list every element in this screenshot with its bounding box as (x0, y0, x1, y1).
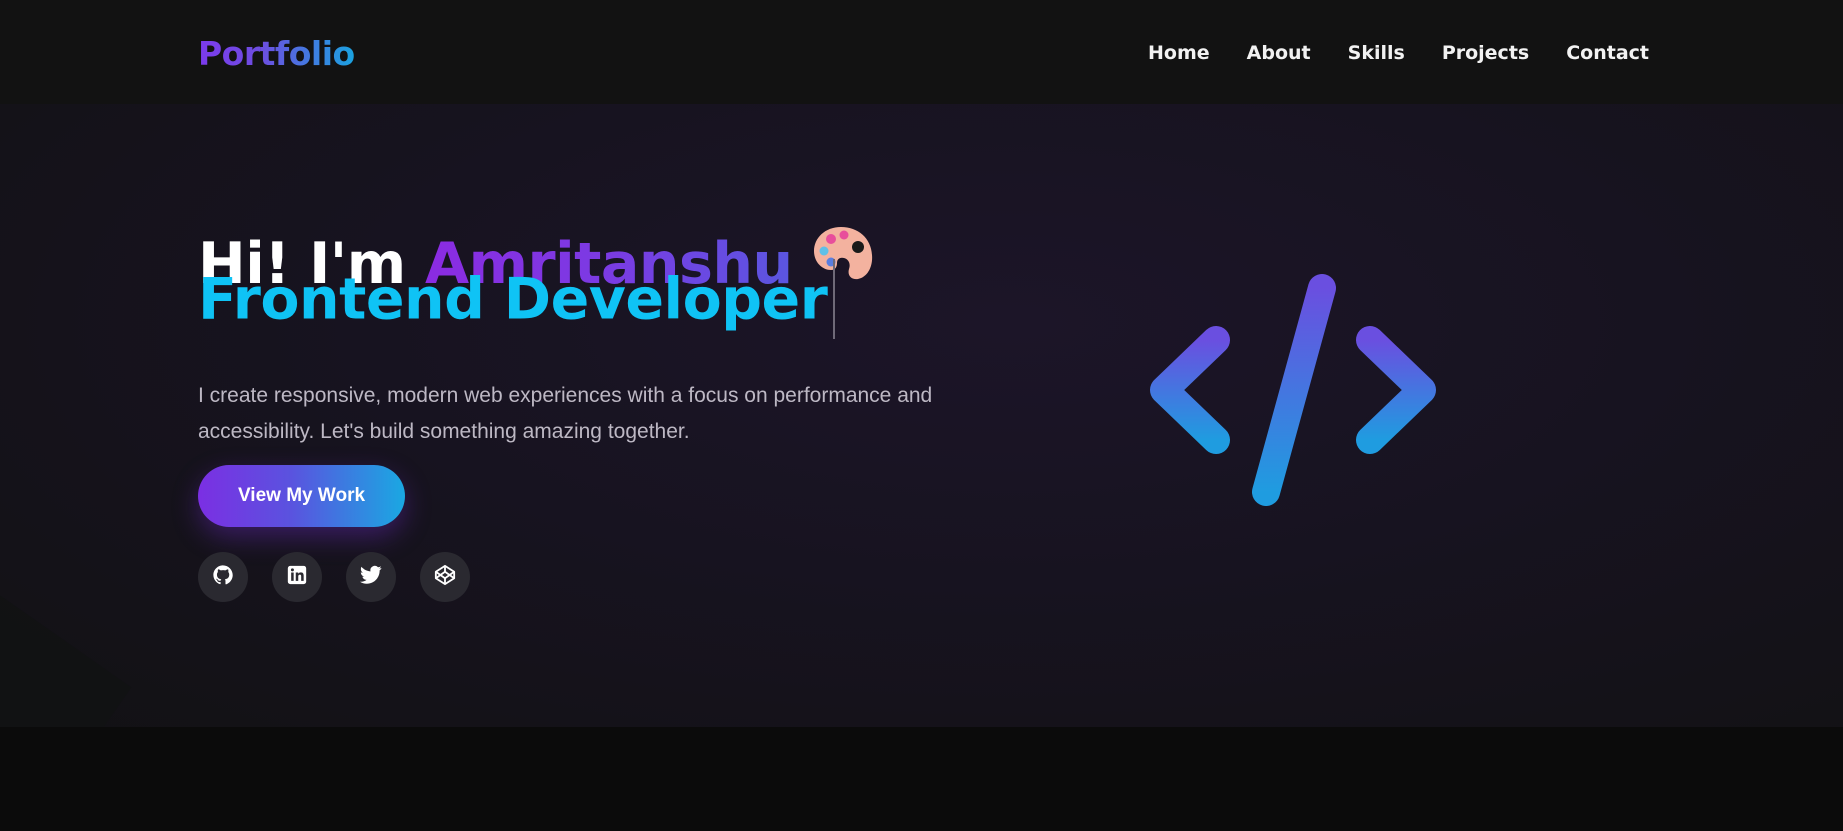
linkedin-icon (287, 565, 307, 589)
linkedin-link[interactable] (272, 552, 322, 602)
decorative-corner (0, 595, 132, 727)
nav-link-home[interactable]: Home (1148, 39, 1210, 67)
hero-tagline: I create responsive, modern web experien… (198, 384, 933, 443)
role-text: Frontend Developer (198, 266, 828, 333)
twitter-link[interactable] (346, 552, 396, 602)
twitter-icon (360, 565, 382, 589)
nav-link-projects[interactable]: Projects (1442, 39, 1529, 67)
hero-role: Frontend Developer (198, 259, 836, 343)
view-my-work-button[interactable]: View My Work (198, 465, 405, 527)
nav-link-contact[interactable]: Contact (1566, 39, 1649, 67)
github-link[interactable] (198, 552, 248, 602)
codepen-link[interactable] (420, 552, 470, 602)
nav-link-about[interactable]: About (1247, 39, 1311, 67)
social-links (198, 552, 494, 602)
footer-band (0, 727, 1843, 831)
github-icon (212, 564, 234, 590)
navbar: Portfolio Home About Skills Projects Con… (0, 0, 1843, 104)
code-brackets-icon (1148, 272, 1448, 516)
nav-links: Home About Skills Projects Contact (1111, 39, 1649, 67)
codepen-icon (434, 564, 456, 590)
site-logo[interactable]: Portfolio (198, 32, 355, 76)
nav-link-skills[interactable]: Skills (1348, 39, 1405, 67)
typing-cursor (833, 259, 836, 339)
